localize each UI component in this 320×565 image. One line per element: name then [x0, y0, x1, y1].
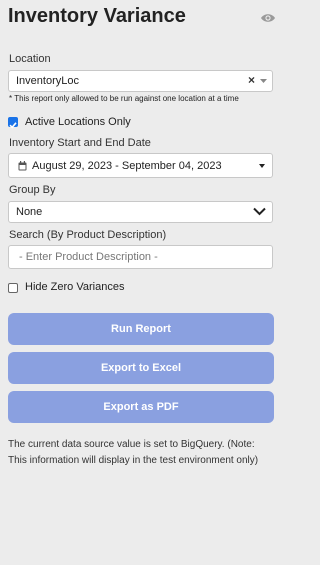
date-range-value: August 29, 2023 - September 04, 2023	[32, 160, 222, 172]
date-range-label: Inventory Start and End Date	[9, 137, 151, 149]
product-description-search-input[interactable]	[8, 245, 273, 269]
data-source-info: The current data source value is set to …	[8, 439, 259, 466]
chevron-down-icon[interactable]	[260, 78, 267, 84]
group-by-value: None	[16, 206, 43, 218]
calendar-icon	[18, 161, 27, 171]
search-label: Search (By Product Description)	[9, 229, 167, 241]
export-to-excel-button[interactable]: Export to Excel	[8, 352, 274, 384]
chevron-down-icon[interactable]	[253, 207, 266, 216]
location-value: InventoryLoc	[16, 75, 79, 87]
page-title: Inventory Variance	[8, 5, 186, 27]
hide-zero-variances-label: Hide Zero Variances	[25, 281, 125, 293]
run-report-button[interactable]: Run Report	[8, 313, 274, 345]
checkmark-icon	[9, 122, 17, 129]
export-as-pdf-button[interactable]: Export as PDF	[8, 391, 274, 423]
active-locations-checkbox[interactable]	[8, 117, 18, 129]
eye-icon[interactable]	[260, 12, 276, 24]
group-by-label: Group By	[9, 184, 56, 196]
inventory-variance-panel: Inventory Variance Location InventoryLoc…	[0, 0, 285, 565]
caret-down-icon[interactable]	[259, 164, 265, 168]
location-select[interactable]: InventoryLoc ×	[8, 70, 273, 92]
active-locations-label: Active Locations Only	[25, 116, 131, 128]
date-range-picker[interactable]: August 29, 2023 - September 04, 2023	[8, 153, 273, 178]
clear-icon[interactable]: ×	[248, 73, 255, 87]
group-by-select[interactable]: None	[8, 201, 273, 223]
location-label: Location	[9, 53, 51, 65]
location-note: * This report only allowed to be run aga…	[9, 94, 239, 103]
hide-zero-variances-checkbox[interactable]	[8, 283, 18, 293]
